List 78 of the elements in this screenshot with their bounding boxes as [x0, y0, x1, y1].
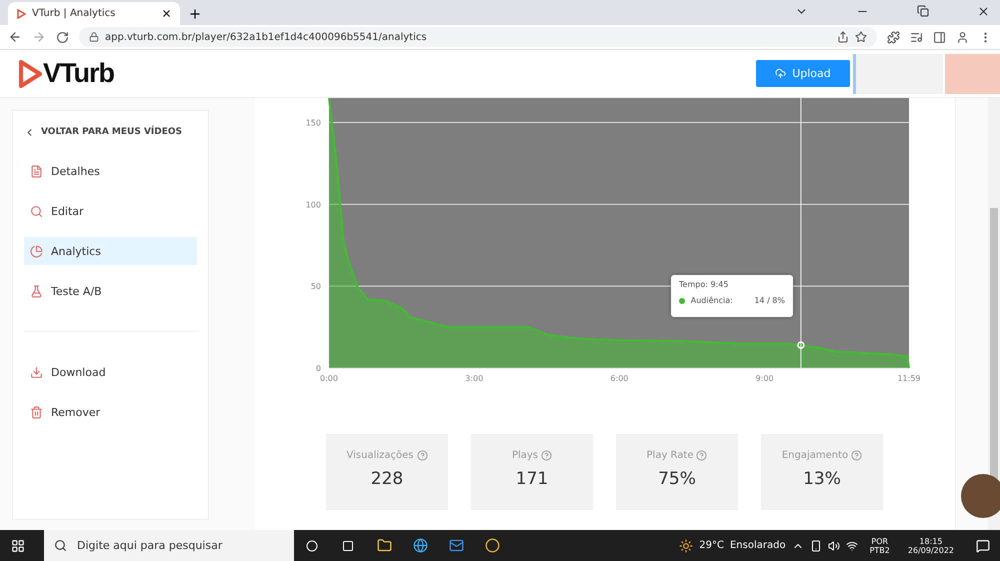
axis-label: 3:00 [465, 374, 484, 383]
globe-icon[interactable] [412, 538, 428, 553]
sidebar-item[interactable]: Analytics [24, 237, 197, 265]
notification-icon[interactable] [976, 538, 990, 552]
help-icon[interactable] [851, 450, 862, 461]
trash-icon [30, 406, 43, 418]
axis-label: 11:59 [897, 374, 921, 383]
stat-label: Engajamento [782, 450, 848, 461]
help-icon[interactable] [696, 450, 708, 461]
tooltip-label: Audiência: [690, 296, 734, 305]
sidebar-item[interactable]: Download [24, 358, 197, 386]
folder-icon[interactable] [376, 538, 392, 553]
sidebar-item[interactable]: Remover [24, 398, 197, 426]
axis-label: 150 [306, 118, 321, 128]
avatar[interactable] [961, 474, 1000, 518]
temperature: 29°C [699, 540, 724, 551]
sidebar-item[interactable]: Teste A/B [24, 277, 197, 305]
logo: VTurb [43, 58, 114, 89]
axis-label: 100 [306, 200, 321, 210]
keyboard-layout[interactable]: PTB2 [870, 546, 890, 554]
close-icon[interactable] [161, 8, 172, 19]
stat-value: 171 [516, 469, 548, 489]
stat-value: 228 [370, 469, 404, 489]
star-icon[interactable] [855, 31, 867, 43]
phone-icon[interactable] [810, 540, 822, 552]
browser-icon[interactable] [484, 538, 500, 553]
magnifier-icon [30, 204, 43, 218]
flask-icon [30, 284, 43, 298]
pie-chart-icon [30, 244, 43, 258]
document-icon [30, 164, 43, 178]
address-bar[interactable]: app.vturb.com.br/player/632a1b1ef1d4c400096b5541/analytics [79, 27, 877, 47]
circle-icon[interactable] [306, 540, 318, 552]
help-icon[interactable] [416, 450, 428, 461]
download-icon [30, 366, 43, 378]
stat-label: Play Rate [646, 450, 694, 461]
scrollbar[interactable] [988, 98, 1000, 530]
axis-label: 0:00 [320, 374, 338, 383]
language-code[interactable]: POR [871, 536, 888, 546]
play-logo-icon [16, 8, 26, 18]
stat-label: Plays [512, 450, 538, 461]
profile-icon[interactable] [956, 30, 969, 44]
stat-value: 13% [803, 469, 841, 489]
close-icon[interactable] [977, 5, 990, 18]
sidebar-item[interactable]: Editar [24, 197, 197, 225]
logo-icon [17, 58, 43, 88]
back-icon[interactable] [8, 30, 22, 44]
axis-label: 50 [310, 282, 321, 292]
sun-icon[interactable] [679, 538, 694, 552]
cloud-upload-icon [775, 68, 786, 79]
volume-icon[interactable] [828, 540, 840, 552]
side-panel-icon[interactable] [933, 30, 946, 44]
mail-icon[interactable] [448, 538, 464, 553]
sidebar-item[interactable]: Detalhes [24, 157, 197, 185]
tooltip-title: Tempo: 9:45 [679, 280, 728, 289]
tooltip-value: 14 / 8% [754, 296, 785, 305]
back-link[interactable]: VOLTAR PARA MEUS VÍDEOS [24, 121, 197, 143]
axis-label: 6:00 [610, 374, 628, 383]
stat-value: 75% [658, 469, 696, 489]
share-icon[interactable] [837, 31, 849, 43]
restore-icon[interactable] [917, 5, 929, 17]
clock-date[interactable]: 26/09/2022 [908, 546, 954, 554]
help-icon[interactable] [541, 450, 552, 461]
clock-time[interactable]: 18:15 [919, 536, 942, 546]
puzzle-icon[interactable] [887, 30, 900, 44]
reload-icon[interactable] [56, 30, 69, 44]
search-icon [54, 539, 67, 552]
plus-icon[interactable] [188, 7, 202, 21]
wifi-icon[interactable] [846, 540, 858, 552]
media-icon[interactable] [910, 30, 923, 44]
stat-label: Visualizações [346, 450, 414, 461]
axis-label: 9:00 [756, 374, 774, 383]
task-view-icon[interactable] [342, 540, 354, 552]
browser-tab[interactable]: VTurb | Analytics [8, 2, 180, 25]
windows-icon[interactable] [11, 538, 25, 552]
lock-icon [89, 32, 99, 42]
axis-label: 0 [316, 364, 321, 373]
taskbar-search-field[interactable]: Digite aqui para pesquisar [44, 530, 294, 561]
weather-text: Ensolarado [730, 540, 786, 551]
